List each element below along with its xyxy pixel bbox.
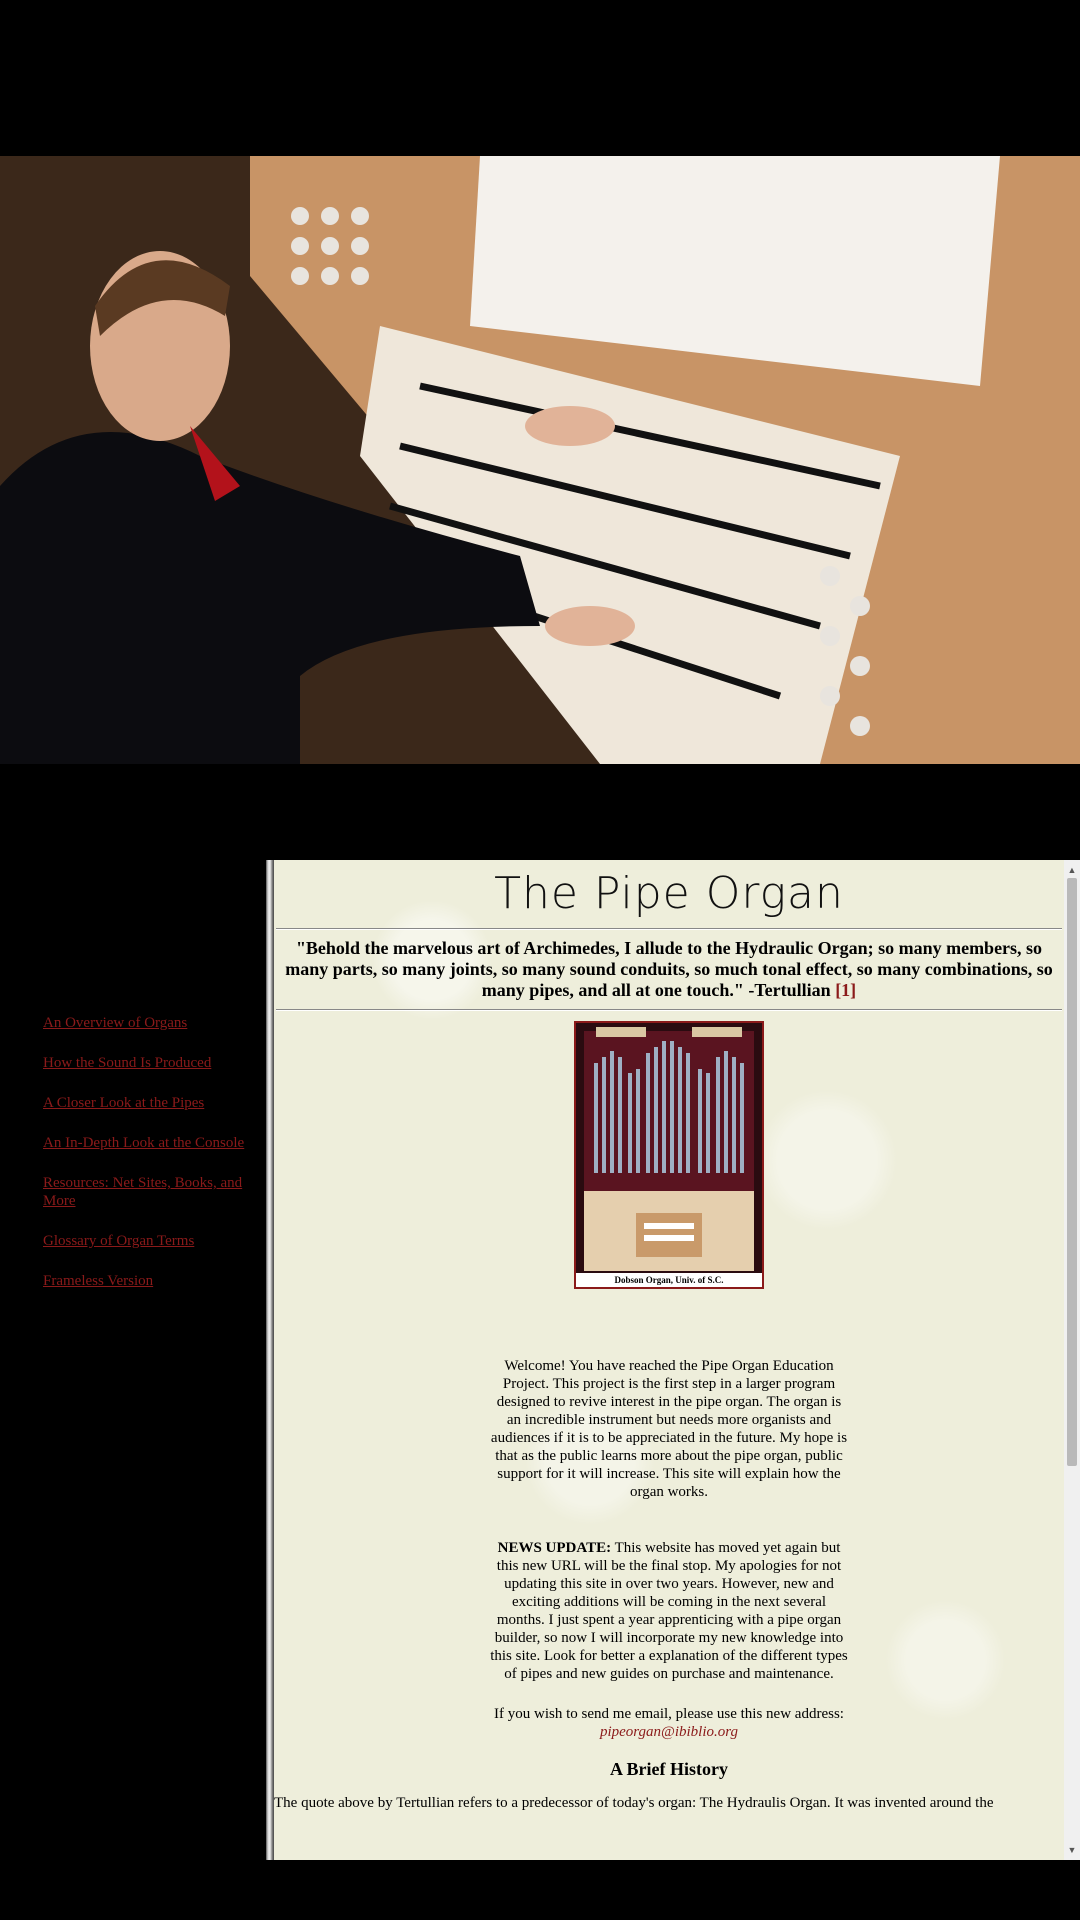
email-intro: If you wish to send me email, please use… (494, 1706, 844, 1722)
divider (276, 928, 1062, 930)
organ-photo: Dobson Organ, Univ. of S.C. (574, 1021, 764, 1289)
news-update-paragraph: NEWS UPDATE: This website has moved yet … (489, 1539, 849, 1683)
nav-link-console[interactable]: An In-Depth Look at the Console (43, 1135, 244, 1151)
divider (276, 1009, 1062, 1011)
nav-link-resources[interactable]: Resources: Net Sites, Books, and More (43, 1175, 242, 1209)
organist-photo-icon (0, 156, 1080, 764)
news-update-text: This website has moved yet again but thi… (490, 1540, 848, 1682)
tertullian-quote: "Behold the marvelous art of Archimedes,… (274, 938, 1064, 1001)
welcome-paragraph: Welcome! You have reached the Pipe Organ… (490, 1358, 848, 1500)
frame-divider[interactable] (266, 860, 274, 1860)
history-paragraph: The quote above by Tertullian refers to … (274, 1795, 994, 1811)
organist-hero-image (0, 156, 1080, 764)
news-update-label: NEWS UPDATE: (497, 1540, 612, 1556)
nav-link-overview[interactable]: An Overview of Organs (43, 1015, 187, 1031)
photo-caption: Dobson Organ, Univ. of S.C. (614, 1275, 723, 1285)
navigation-sidebar: An Overview of Organs How the Sound Is P… (0, 860, 266, 1860)
scroll-down-arrow-icon[interactable]: ▼ (1064, 1842, 1080, 1858)
nav-link-frameless[interactable]: Frameless Version (43, 1273, 153, 1289)
scroll-up-arrow-icon[interactable]: ▲ (1064, 862, 1080, 878)
footnote-link[interactable]: [1] (835, 980, 856, 1000)
nav-link-glossary[interactable]: Glossary of Organ Terms (43, 1233, 194, 1249)
email-link[interactable]: pipeorgan@ibiblio.org (600, 1724, 738, 1740)
quote-text: "Behold the marvelous art of Archimedes,… (285, 938, 1053, 1000)
main-content-frame: The Pipe Organ "Behold the marvelous art… (274, 860, 1064, 1860)
history-heading: A Brief History (610, 1759, 728, 1779)
nav-link-sound-produced[interactable]: How the Sound Is Produced (43, 1055, 211, 1071)
scrollbar-thumb[interactable] (1067, 878, 1077, 1466)
content-scrollbar[interactable]: ▲ ▼ (1064, 860, 1080, 1860)
page-title: The Pipe Organ (494, 868, 844, 919)
nav-link-pipes[interactable]: A Closer Look at the Pipes (43, 1095, 204, 1111)
email-paragraph: If you wish to send me email, please use… (489, 1705, 849, 1741)
